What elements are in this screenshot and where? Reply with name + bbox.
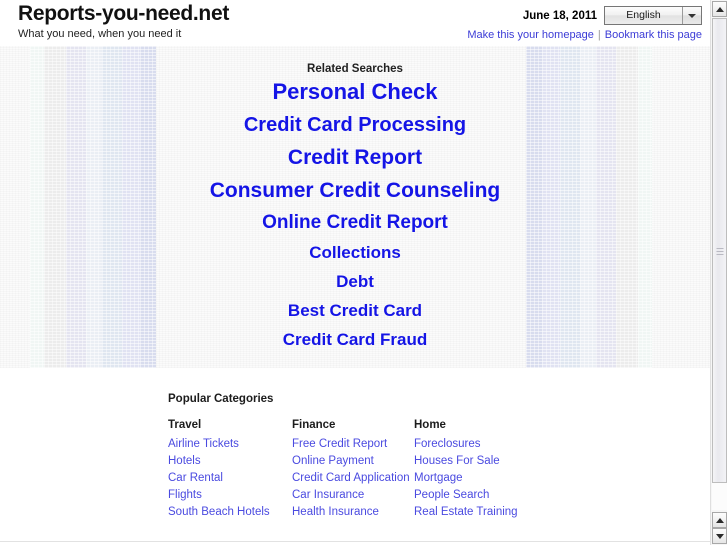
related-search-link[interactable]: Consumer Credit Counseling xyxy=(0,174,710,207)
site-title: Reports-you-need.net xyxy=(18,2,230,25)
page-bottom-rule xyxy=(0,541,710,542)
category-column-heading: Travel xyxy=(168,419,202,431)
related-search-link[interactable]: Collections xyxy=(0,238,710,267)
category-link[interactable]: Health Insurance xyxy=(292,504,414,521)
category-link-list: Free Credit Report Online Payment Credit C… xyxy=(292,436,414,521)
category-link[interactable]: Car Rental xyxy=(168,470,292,487)
chevron-down-glyph xyxy=(688,13,696,18)
related-search-link[interactable]: Credit Report xyxy=(0,141,710,174)
category-column: Travel Airline Tickets Hotels Car Rental Fli… xyxy=(168,419,292,521)
related-search-item: Collections xyxy=(0,238,710,267)
list-item: Car Insurance xyxy=(292,487,414,504)
site-brand[interactable]: Reports-you-need.net What you need, when… xyxy=(18,2,229,41)
popular-categories-section: Popular Categories Travel Airline Tickets… xyxy=(168,393,698,521)
category-link[interactable]: Foreclosures xyxy=(414,436,584,453)
related-search-item: Personal Check xyxy=(0,75,710,109)
site-header: Reports-you-need.net What you need, when… xyxy=(0,0,710,45)
vertical-scrollbar[interactable] xyxy=(710,0,727,545)
category-link[interactable]: South Beach Hotels xyxy=(168,504,292,521)
related-search-item: Consumer Credit Counseling xyxy=(0,174,710,207)
list-item: Health Insurance xyxy=(292,504,414,521)
category-link-list: Airline Tickets Hotels Car Rental Flights So… xyxy=(168,436,292,521)
related-searches-banner: Related Searches Personal Check Credit Ca… xyxy=(0,46,710,368)
related-search-link[interactable]: Credit Card Processing xyxy=(0,109,710,141)
scroll-down-arrow-icon-secondary[interactable] xyxy=(712,528,727,544)
bookmark-page-link[interactable]: Bookmark this page xyxy=(605,29,702,41)
list-item: People Search xyxy=(414,487,584,504)
list-item: Real Estate Training xyxy=(414,504,584,521)
related-search-item: Best Credit Card xyxy=(0,296,710,325)
header-top-row: June 18, 2011 English xyxy=(467,6,702,25)
scroll-down-arrow-glyph xyxy=(715,533,724,539)
related-search-item: Credit Card Processing xyxy=(0,109,710,141)
scroll-up-arrow-glyph xyxy=(715,6,724,12)
language-select-value: English xyxy=(626,9,661,21)
category-link[interactable]: Car Insurance xyxy=(292,487,414,504)
related-search-item: Online Credit Report xyxy=(0,207,710,238)
list-item: Car Rental xyxy=(168,470,292,487)
related-search-link[interactable]: Online Credit Report xyxy=(0,207,710,238)
related-searches-content: Related Searches Personal Check Credit Ca… xyxy=(0,46,710,368)
scroll-down-arrow-glyph-upper xyxy=(715,517,724,523)
category-link[interactable]: Mortgage xyxy=(414,470,584,487)
category-link[interactable]: Free Credit Report xyxy=(292,436,414,453)
category-column: Home Foreclosures Houses For Sale Mortgage P… xyxy=(414,419,584,521)
related-search-link[interactable]: Credit Card Fraud xyxy=(0,325,710,354)
category-link[interactable]: Hotels xyxy=(168,453,292,470)
list-item: Online Payment xyxy=(292,453,414,470)
category-column-heading: Home xyxy=(414,419,446,431)
related-searches-heading: Related Searches xyxy=(307,63,403,75)
chevron-down-icon[interactable] xyxy=(682,7,701,24)
list-item: Free Credit Report xyxy=(292,436,414,453)
language-select[interactable]: English xyxy=(604,6,702,25)
related-search-link[interactable]: Debt xyxy=(0,267,710,296)
scrollbar-thumb[interactable] xyxy=(712,18,727,483)
header-utility-area: June 18, 2011 English Make this your hom… xyxy=(467,6,702,42)
current-date: June 18, 2011 xyxy=(522,9,597,22)
scroll-up-arrow-icon[interactable] xyxy=(712,1,727,17)
header-link-separator: | xyxy=(597,29,601,41)
related-searches-list: Personal Check Credit Card Processing Cred… xyxy=(0,75,710,354)
scroll-down-arrow-icon[interactable] xyxy=(712,512,727,528)
category-link[interactable]: Online Payment xyxy=(292,453,414,470)
list-item: Hotels xyxy=(168,453,292,470)
list-item: Houses For Sale xyxy=(414,453,584,470)
category-link-list: Foreclosures Houses For Sale Mortgage Peopl… xyxy=(414,436,584,521)
category-link[interactable]: Houses For Sale xyxy=(414,453,584,470)
scrollbar-grip-icon xyxy=(716,246,723,255)
list-item: Foreclosures xyxy=(414,436,584,453)
page-viewport: Reports-you-need.net What you need, when… xyxy=(0,0,710,545)
related-search-item: Debt xyxy=(0,267,710,296)
list-item: Flights xyxy=(168,487,292,504)
list-item: Mortgage xyxy=(414,470,584,487)
category-link[interactable]: Credit Card Application xyxy=(292,470,414,487)
list-item: Airline Tickets xyxy=(168,436,292,453)
category-link[interactable]: Real Estate Training xyxy=(414,504,584,521)
popular-categories-title: Popular Categories xyxy=(168,393,274,405)
list-item: Credit Card Application xyxy=(292,470,414,487)
site-tagline: What you need, when you need it xyxy=(18,28,182,40)
category-link[interactable]: People Search xyxy=(414,487,584,504)
category-column-heading: Finance xyxy=(292,419,336,431)
related-search-link[interactable]: Personal Check xyxy=(0,75,710,109)
popular-categories-columns: Travel Airline Tickets Hotels Car Rental Fli… xyxy=(168,419,698,521)
related-search-link[interactable]: Best Credit Card xyxy=(0,296,710,325)
category-column: Finance Free Credit Report Online Payment C… xyxy=(292,419,414,521)
make-homepage-link[interactable]: Make this your homepage xyxy=(467,29,594,41)
list-item: South Beach Hotels xyxy=(168,504,292,521)
related-search-item: Credit Card Fraud xyxy=(0,325,710,354)
header-links: Make this your homepage | Bookmark this pa… xyxy=(467,29,702,42)
category-link[interactable]: Flights xyxy=(168,487,292,504)
related-search-item: Credit Report xyxy=(0,141,710,174)
category-link[interactable]: Airline Tickets xyxy=(168,436,292,453)
